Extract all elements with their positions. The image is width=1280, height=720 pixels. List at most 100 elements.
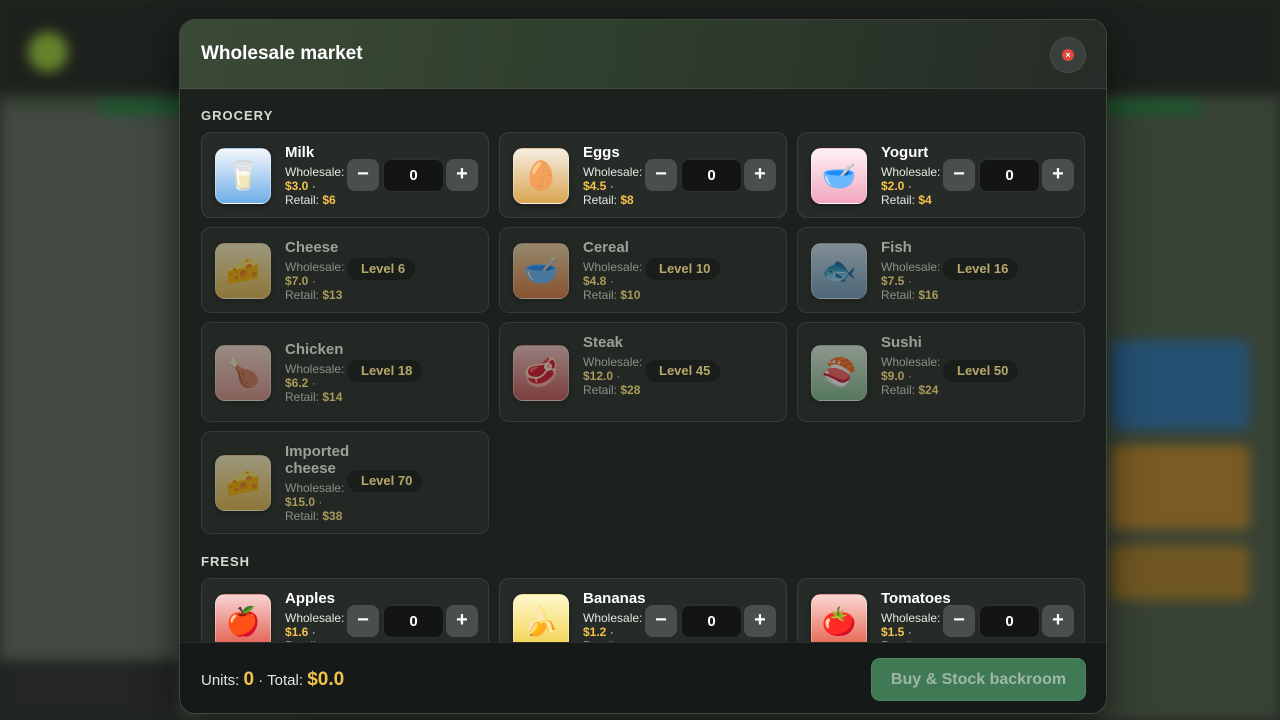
wholesale-label: Wholesale: (583, 355, 643, 369)
product-name: Chicken (285, 341, 344, 358)
product-pricing: Wholesale: $15.0 · Retail: $38 (285, 481, 345, 523)
increase-button[interactable]: + (1042, 159, 1074, 191)
retail-price: $14 (322, 390, 343, 404)
sushi-icon: 🍣 (811, 345, 867, 401)
product-card: 🍎ApplesWholesale:$1.6 · Retail: −0+ (201, 578, 489, 642)
product-pricing: Wholesale: $7.5 · Retail: $16 (881, 260, 941, 302)
increase-button[interactable]: + (446, 605, 478, 637)
retail-label: Retail: (583, 383, 618, 397)
quantity-input[interactable]: 0 (383, 605, 444, 638)
cereal-icon: 🥣 (513, 243, 569, 299)
decrease-button[interactable]: − (645, 159, 677, 191)
product-card: 🥛 Milk Wholesale: $3.0 · Retail: $6−0 + (201, 132, 489, 218)
decrease-button[interactable]: − (347, 159, 379, 191)
apple-icon: 🍎 (215, 594, 271, 642)
egg-icon: 🥚 (513, 148, 569, 204)
retail-price: $4 (918, 193, 932, 207)
wholesale-label: Wholesale: (881, 611, 941, 625)
product-pricing: Wholesale:$1.6 · Retail: (285, 611, 347, 642)
product-pricing: Wholesale: $4.8 · Retail: $10 (583, 260, 643, 302)
wholesale-price: $3.0 (285, 179, 309, 193)
retail-label: Retail: (285, 193, 320, 207)
quantity-input[interactable]: 0 (383, 159, 444, 192)
product-pricing: Wholesale: $9.0 · Retail: $24 (881, 355, 941, 397)
product-card: 🥩 Steak Wholesale: $12.0 · Retail: $28 Level… (499, 322, 787, 422)
quantity-stepper: −0 + (347, 605, 479, 638)
quantity-input[interactable]: 0 (979, 605, 1040, 638)
yogurt-icon: 🥣 (811, 148, 867, 204)
quantity-input[interactable]: 0 (681, 605, 742, 638)
product-card: 🍗 Chicken Wholesale: $6.2 · Retail: $14 Leve… (201, 322, 489, 422)
decrease-button[interactable]: − (943, 159, 975, 191)
total-label: Total: (267, 672, 304, 689)
market-list[interactable]: GROCERY FRESH 🥛 Milk Wholesale: $3.0 · Reta… (180, 89, 1106, 642)
product-pricing: Wholesale:$1.5 · Retail: (881, 611, 943, 642)
banana-icon: 🍌 (513, 594, 569, 642)
wholesale-price: $1.5 (881, 625, 905, 639)
product-card: 🍣 Sushi Wholesale: $9.0 · Retail: $24 Level … (797, 322, 1085, 422)
modal-title: Wholesale market (201, 43, 363, 64)
imported-cheese-icon: 🧀 (215, 455, 271, 511)
wholesale-label: Wholesale: (285, 481, 345, 495)
total-value: $0.0 (307, 669, 345, 690)
retail-label: Retail: (285, 288, 320, 302)
level-requirement-badge: Level 50 (943, 360, 1019, 382)
modal-header: Wholesale market × (180, 20, 1106, 89)
product-card: 🍅TomatoesWholesale:$1.5 · Retail: −0+ (797, 578, 1085, 642)
units-label: Units: (201, 672, 240, 689)
product-card: 🍌BananasWholesale:$1.2 · Retail: −0+ (499, 578, 787, 642)
wholesale-label: Wholesale: (285, 362, 345, 376)
decrease-button[interactable]: − (347, 605, 379, 637)
level-requirement-badge: Level 18 (347, 360, 423, 382)
order-summary: Units: 0 · Total: $0.0 (201, 669, 344, 691)
retail-label: Retail: (285, 390, 320, 404)
chicken-icon: 🍗 (215, 345, 271, 401)
product-card: 🥣 Cereal Wholesale: $4.8 · Retail: $10 Level… (499, 227, 787, 313)
increase-button[interactable]: + (744, 159, 776, 191)
level-requirement-badge: Level 16 (943, 258, 1019, 280)
wholesale-label: Wholesale: (285, 165, 345, 179)
increase-button[interactable]: + (744, 605, 776, 637)
wholesale-price: $2.0 (881, 179, 905, 193)
quantity-input[interactable]: 0 (681, 159, 742, 192)
close-button[interactable]: × (1050, 37, 1086, 73)
retail-label: Retail: (881, 288, 916, 302)
modal-footer: Units: 0 · Total: $0.0 Buy & Stock backr… (180, 642, 1106, 713)
decrease-button[interactable]: − (645, 605, 677, 637)
wholesale-label: Wholesale: (881, 165, 941, 179)
quantity-stepper: −0 + (645, 605, 777, 638)
product-card: 🥚 Eggs Wholesale: $4.5 · Retail: $8−0 + (499, 132, 787, 218)
tomato-icon: 🍅 (811, 594, 867, 642)
wholesale-price: $7.5 (881, 274, 905, 288)
retail-label: Retail: (285, 509, 320, 523)
wholesale-label: Wholesale: (285, 611, 345, 625)
retail-price: $16 (918, 288, 939, 302)
retail-price: $38 (322, 509, 343, 523)
increase-button[interactable]: + (446, 159, 478, 191)
level-requirement-badge: Level 45 (645, 360, 721, 382)
product-name: Cheese (285, 239, 339, 256)
wholesale-price: $6.2 (285, 376, 309, 390)
buy-and-stock-button[interactable]: Buy & Stock backroom (871, 658, 1086, 701)
wholesale-price: $12.0 (583, 369, 614, 383)
wholesale-price: $1.2 (583, 625, 607, 639)
quantity-input[interactable]: 0 (979, 159, 1040, 192)
wholesale-label: Wholesale: (881, 260, 941, 274)
level-requirement-badge: Level 6 (347, 258, 416, 280)
product-name: Cereal (583, 239, 629, 256)
product-card: 🥣 Yogurt Wholesale: $2.0 · Retail: $4−0 + (797, 132, 1085, 218)
retail-price: $28 (620, 383, 641, 397)
level-requirement-badge: Level 10 (645, 258, 721, 280)
product-pricing: Wholesale: $7.0 · Retail: $13 (285, 260, 345, 302)
product-card: 🧀 Imported cheese Wholesale: $15.0 · Retail… (201, 431, 489, 534)
cheese-icon: 🧀 (215, 243, 271, 299)
product-pricing: Wholesale: $3.0 · Retail: $6 (285, 165, 345, 207)
decrease-button[interactable]: − (943, 605, 975, 637)
wholesale-label: Wholesale: (583, 611, 643, 625)
steak-icon: 🥩 (513, 345, 569, 401)
increase-button[interactable]: + (1042, 605, 1074, 637)
product-name: Sushi (881, 334, 922, 351)
quantity-stepper: −0 + (347, 159, 479, 192)
units-value: 0 (243, 669, 255, 690)
retail-label: Retail: (583, 193, 618, 207)
